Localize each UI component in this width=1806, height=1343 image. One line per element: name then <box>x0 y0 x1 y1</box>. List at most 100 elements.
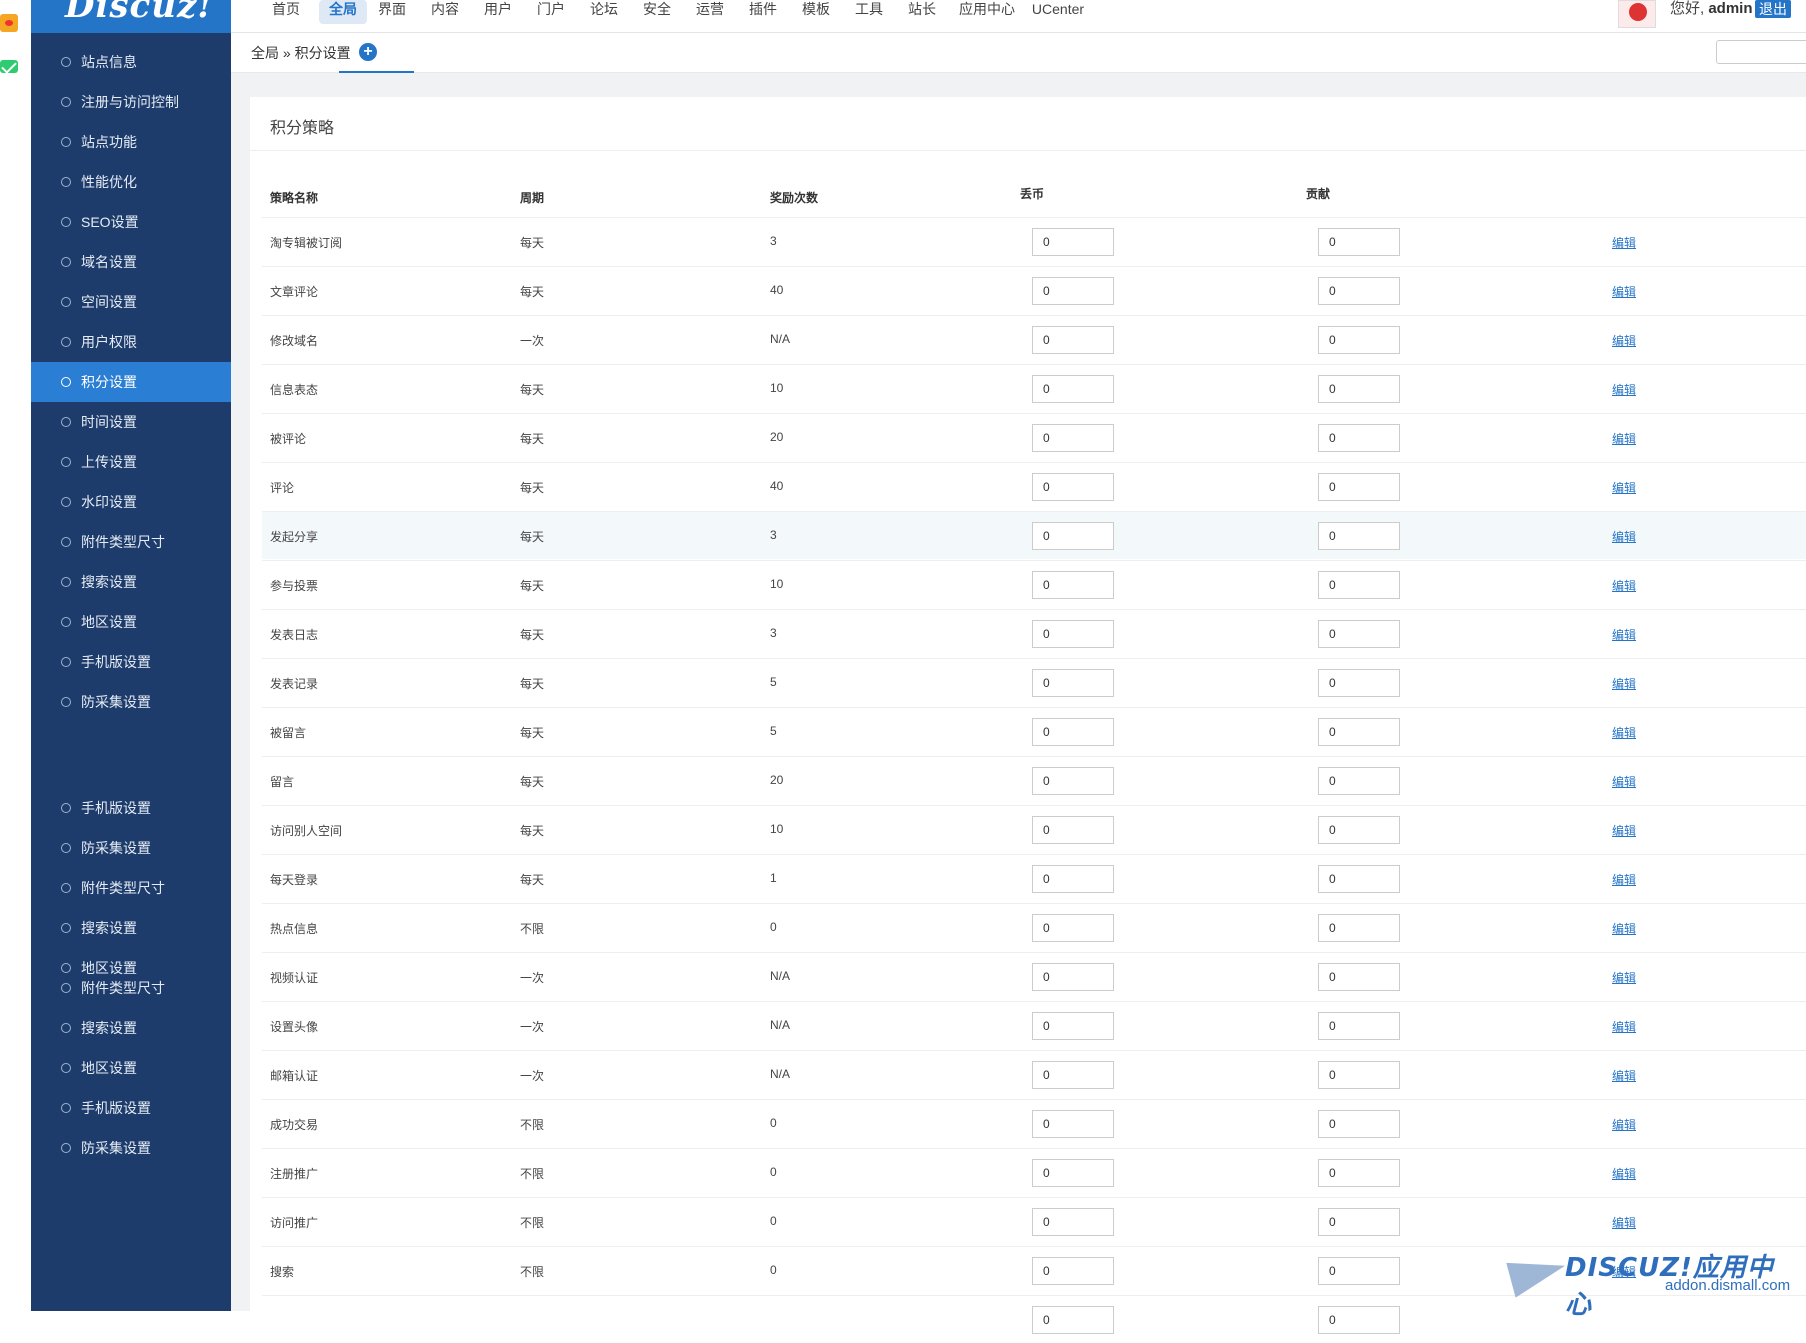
contribution-input[interactable]: 0 <box>1318 424 1400 452</box>
contribution-input[interactable]: 0 <box>1318 816 1400 844</box>
sidebar-item[interactable]: 空间设置 <box>31 282 231 322</box>
edit-link[interactable]: 编辑 <box>1612 1067 1636 1084</box>
coin-input[interactable]: 0 <box>1032 473 1114 501</box>
search-input[interactable] <box>1716 40 1806 64</box>
sidebar-item[interactable]: 积分设置 <box>31 362 231 402</box>
nav-item[interactable]: 运营 <box>690 0 730 24</box>
contribution-input[interactable]: 0 <box>1318 228 1400 256</box>
edit-link[interactable]: 编辑 <box>1612 871 1636 888</box>
contribution-input[interactable]: 0 <box>1318 767 1400 795</box>
nav-item[interactable]: 应用中心 <box>959 0 1015 24</box>
logout-button[interactable]: 退出 <box>1755 0 1791 18</box>
edit-link[interactable]: 编辑 <box>1612 381 1636 398</box>
edit-link[interactable]: 编辑 <box>1612 1116 1636 1133</box>
contribution-input[interactable]: 0 <box>1318 718 1400 746</box>
nav-item[interactable]: 门户 <box>531 0 571 24</box>
sidebar-item[interactable]: 手机版设置 <box>31 642 231 682</box>
nav-item[interactable]: 工具 <box>849 0 889 24</box>
sidebar-item-duplicate[interactable]: 地区设置 <box>31 1048 231 1088</box>
sidebar-item-duplicate[interactable]: 搜索设置 <box>31 908 231 948</box>
contribution-input[interactable]: 0 <box>1318 375 1400 403</box>
edit-link[interactable]: 编辑 <box>1612 920 1636 937</box>
sidebar-item-duplicate[interactable]: 搜索设置 <box>31 1008 231 1048</box>
coin-input[interactable]: 0 <box>1032 571 1114 599</box>
coin-input[interactable]: 0 <box>1032 669 1114 697</box>
coin-input[interactable]: 0 <box>1032 816 1114 844</box>
sidebar-item-duplicate[interactable]: 附件类型尺寸 <box>31 868 231 908</box>
edit-link[interactable]: 编辑 <box>1612 1214 1636 1231</box>
nav-item[interactable]: UCenter <box>1028 0 1088 24</box>
coin-input[interactable]: 0 <box>1032 1208 1114 1236</box>
contribution-input[interactable]: 0 <box>1318 1208 1400 1236</box>
nav-item[interactable]: 界面 <box>372 0 412 24</box>
edit-link[interactable]: 编辑 <box>1612 332 1636 349</box>
contribution-input[interactable]: 0 <box>1318 326 1400 354</box>
sidebar-item[interactable]: 搜索设置 <box>31 562 231 602</box>
sidebar-item[interactable]: 水印设置 <box>31 482 231 522</box>
coin-input[interactable]: 0 <box>1032 767 1114 795</box>
coin-input[interactable]: 0 <box>1032 277 1114 305</box>
contribution-input[interactable]: 0 <box>1318 473 1400 501</box>
edit-link[interactable]: 编辑 <box>1612 822 1636 839</box>
contribution-input[interactable]: 0 <box>1318 277 1400 305</box>
nav-item[interactable]: 用户 <box>478 0 518 24</box>
coin-input[interactable]: 0 <box>1032 424 1114 452</box>
sidebar-item[interactable]: 防采集设置 <box>31 682 231 722</box>
coin-input[interactable]: 0 <box>1032 914 1114 942</box>
nav-item[interactable]: 模板 <box>796 0 836 24</box>
sidebar-item[interactable]: SEO设置 <box>31 202 231 242</box>
sidebar-item[interactable]: 用户权限 <box>31 322 231 362</box>
sidebar-item-duplicate[interactable]: 防采集设置 <box>31 828 231 868</box>
edit-link[interactable]: 编辑 <box>1612 675 1636 692</box>
sidebar-item-duplicate[interactable]: 手机版设置 <box>31 1088 231 1128</box>
edit-link[interactable]: 编辑 <box>1612 283 1636 300</box>
sidebar-item[interactable]: 附件类型尺寸 <box>31 522 231 562</box>
nav-item[interactable]: 首页 <box>266 0 306 24</box>
coin-input[interactable]: 0 <box>1032 963 1114 991</box>
sidebar-item[interactable]: 站点功能 <box>31 122 231 162</box>
contribution-input[interactable]: 0 <box>1318 1257 1400 1285</box>
coin-input[interactable]: 0 <box>1032 865 1114 893</box>
coin-input[interactable]: 0 <box>1032 1159 1114 1187</box>
sidebar-item[interactable]: 上传设置 <box>31 442 231 482</box>
nav-item[interactable]: 论坛 <box>584 0 624 24</box>
edit-link[interactable]: 编辑 <box>1612 724 1636 741</box>
edit-link[interactable]: 编辑 <box>1612 969 1636 986</box>
edit-link[interactable]: 编辑 <box>1612 1165 1636 1182</box>
coin-input[interactable]: 0 <box>1032 326 1114 354</box>
username[interactable]: admin <box>1708 0 1752 17</box>
sidebar-item-duplicate[interactable]: 防采集设置 <box>31 1128 231 1168</box>
contribution-input[interactable]: 0 <box>1318 669 1400 697</box>
coin-input[interactable]: 0 <box>1032 1110 1114 1138</box>
coin-input[interactable]: 0 <box>1032 1012 1114 1040</box>
edit-link[interactable]: 编辑 <box>1612 234 1636 251</box>
coin-input[interactable]: 0 <box>1032 375 1114 403</box>
contribution-input[interactable]: 0 <box>1318 963 1400 991</box>
sidebar-item[interactable]: 站点信息 <box>31 42 231 82</box>
nav-item[interactable]: 安全 <box>637 0 677 24</box>
contribution-input[interactable]: 0 <box>1318 522 1400 550</box>
sidebar-item[interactable]: 地区设置 <box>31 602 231 642</box>
sidebar-item[interactable]: 域名设置 <box>31 242 231 282</box>
contribution-input[interactable]: 0 <box>1318 620 1400 648</box>
sidebar-item-duplicate[interactable]: 手机版设置 <box>31 788 231 828</box>
contribution-input[interactable]: 0 <box>1318 1306 1400 1334</box>
nav-item[interactable]: 内容 <box>425 0 465 24</box>
sidebar-item-duplicate[interactable]: 附件类型尺寸 <box>31 968 231 1008</box>
contribution-input[interactable]: 0 <box>1318 1110 1400 1138</box>
nav-item[interactable]: 全局 <box>319 0 367 24</box>
edit-link[interactable]: 编辑 <box>1612 773 1636 790</box>
edit-link[interactable]: 编辑 <box>1612 626 1636 643</box>
nav-item[interactable]: 站长 <box>902 0 942 24</box>
contribution-input[interactable]: 0 <box>1318 571 1400 599</box>
coin-input[interactable]: 0 <box>1032 522 1114 550</box>
edit-link[interactable]: 编辑 <box>1612 528 1636 545</box>
avatar[interactable] <box>1618 0 1656 28</box>
nav-item[interactable]: 插件 <box>743 0 783 24</box>
add-shortcut-icon[interactable]: + <box>359 43 377 61</box>
sidebar-item[interactable]: 注册与访问控制 <box>31 82 231 122</box>
weibo-icon[interactable] <box>0 14 18 32</box>
edit-link[interactable]: 编辑 <box>1612 1018 1636 1035</box>
coin-input[interactable]: 0 <box>1032 1257 1114 1285</box>
coin-input[interactable]: 0 <box>1032 620 1114 648</box>
